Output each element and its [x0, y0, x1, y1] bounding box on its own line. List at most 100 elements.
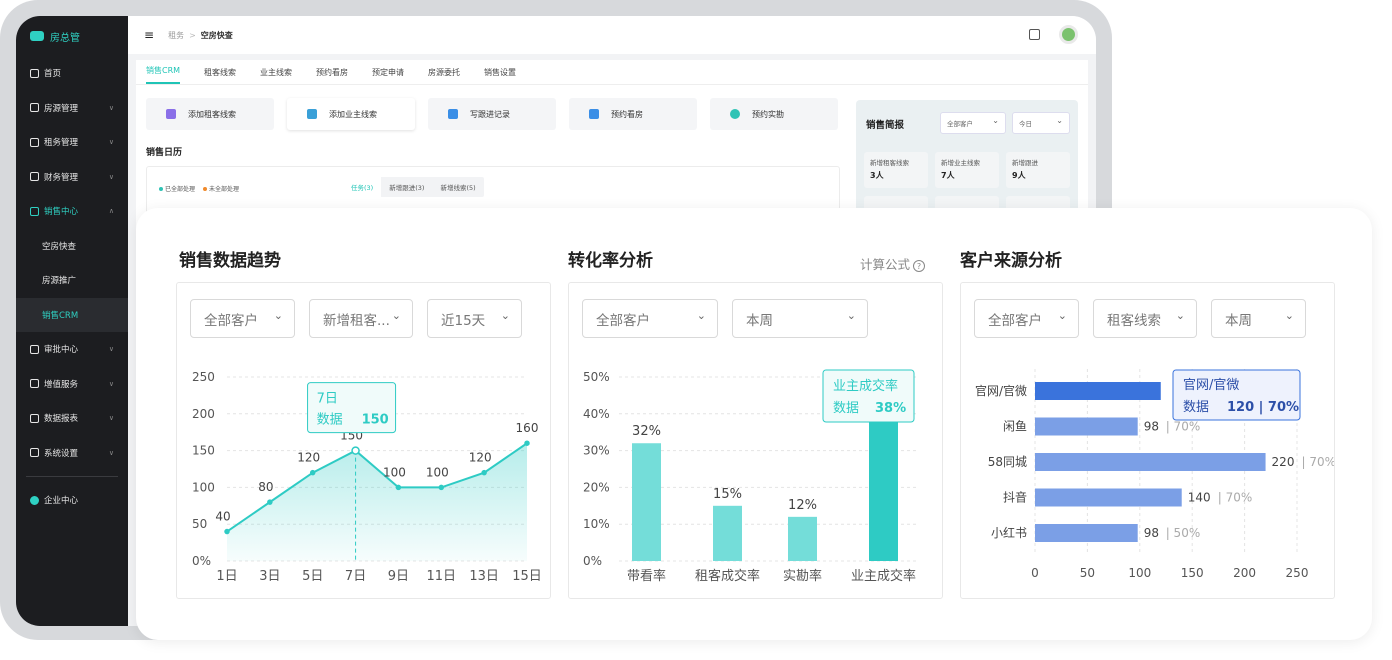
formula-link[interactable]: 计算公式?: [860, 254, 926, 273]
tab-viewing[interactable]: 预约看房: [316, 67, 348, 84]
x-tick-label: 200: [1233, 566, 1256, 580]
sidebar-item-services[interactable]: 增值服务 ∨: [16, 367, 128, 402]
select-value: 新增租客...: [323, 312, 390, 329]
data-label: 40: [215, 510, 230, 524]
apps-grid-icon[interactable]: [1029, 29, 1040, 40]
stat-label: 新增租客线索: [870, 159, 909, 167]
book-inspection-button[interactable]: 预约实勘: [710, 98, 838, 130]
chevron-down-icon: ∨: [108, 172, 114, 181]
sidebar-item-property[interactable]: 房源管理 ∨: [16, 91, 128, 126]
sales-brief-title: 销售简报: [866, 120, 905, 131]
data-label: 98: [1144, 526, 1159, 540]
tooltip-value: 150: [362, 413, 389, 428]
chevron-down-icon: ⌄: [391, 309, 401, 322]
tab-new-followups[interactable]: 新增跟进(3): [381, 177, 432, 197]
sidebar-item-label: 财务管理: [44, 172, 79, 183]
x-tick-label: 实勘率: [783, 568, 822, 584]
trend-customer-select[interactable]: 全部客户 ⌄: [190, 299, 295, 338]
sidebar-item-reports[interactable]: 数据报表 ∨: [16, 401, 128, 436]
sidebar-item-enterprise[interactable]: 企业中心: [16, 483, 128, 518]
trend-range-select[interactable]: 近15天 ⌄: [427, 299, 522, 338]
sidebar-item-finance[interactable]: 财务管理 ∨: [16, 160, 128, 195]
tab-entrust[interactable]: 房源委托: [428, 67, 460, 84]
y-tick-label: 闲鱼: [1003, 420, 1027, 434]
percent-label: | 70%: [1166, 420, 1201, 434]
brief-date-select[interactable]: 今日: [1012, 112, 1070, 134]
data-label: 12%: [788, 498, 817, 513]
x-tick-label: 5日: [302, 569, 323, 584]
x-tick-label: 带看率: [627, 568, 666, 584]
action-label: 添加业主线索: [329, 109, 377, 119]
sidebar-item-lease[interactable]: 租务管理 ∨: [16, 125, 128, 160]
sidebar-item-approval[interactable]: 审批中心 ∨: [16, 332, 128, 367]
add-owner-lead-button[interactable]: 添加业主线索: [287, 98, 415, 130]
y-tick-label: 250: [192, 370, 215, 384]
y-tick-label: 58同城: [988, 455, 1027, 469]
brand[interactable]: 房总管: [16, 16, 128, 56]
data-point: [309, 469, 316, 476]
sidebar-item-settings[interactable]: 系统设置 ∨: [16, 436, 128, 471]
tab-sales-settings[interactable]: 销售设置: [484, 67, 516, 84]
brief-customer-select[interactable]: 全部客户: [940, 112, 1006, 134]
stat-value: 3人: [870, 171, 884, 180]
stat-label: 新增业主线索: [941, 159, 980, 167]
breadcrumb-parent[interactable]: 租务: [168, 30, 184, 41]
data-label: 100: [426, 465, 449, 479]
tab-tasks[interactable]: 任务(3): [343, 177, 382, 197]
tab-new-leads[interactable]: 新增线索(5): [432, 177, 483, 197]
tab-owner-leads[interactable]: 业主线索: [260, 67, 292, 84]
data-point: [524, 440, 530, 446]
y-tick-label: 20%: [583, 480, 610, 494]
data-point: [267, 499, 273, 505]
data-label: 120: [469, 451, 492, 465]
chevron-down-icon: ∨: [108, 448, 114, 457]
sidebar-sub-vacancy[interactable]: 空房快查: [16, 229, 128, 264]
avatar[interactable]: [1059, 25, 1078, 44]
data-label: 98: [1144, 420, 1159, 434]
legend-pending: 未全部处理: [203, 184, 239, 193]
conversion-period-select[interactable]: 本周 ⌄: [732, 299, 868, 338]
trend-panel: 全部客户 ⌄ 新增租客... ⌄ 近15天 ⌄ 0% 50 100 150 200 250 40 1…: [176, 282, 551, 599]
tooltip-label: 数据: [833, 401, 859, 416]
write-followup-button[interactable]: 写跟进记录: [428, 98, 556, 130]
y-tick-label: 40%: [583, 407, 610, 421]
book-viewing-button[interactable]: 预约看房: [569, 98, 697, 130]
stat-new-followups: 新增跟进 9人: [1006, 152, 1070, 188]
add-tenant-lead-button[interactable]: 添加租客线索: [146, 98, 274, 130]
y-tick-label: 50: [192, 517, 207, 531]
trend-chart: 0% 50 100 150 200 250 40 1日 80 3日 120 5日 150 7日 100 9日 1…: [192, 370, 542, 584]
menu-icon[interactable]: ≡: [144, 28, 154, 42]
sidebar-item-label: 房源管理: [44, 103, 79, 114]
x-tick-label: 0: [1031, 566, 1039, 580]
chevron-down-icon: ⌄: [846, 309, 856, 322]
trend-metric-select[interactable]: 新增租客... ⌄: [309, 299, 413, 338]
tooltip-label: 数据: [317, 413, 343, 428]
source-lead-type-select[interactable]: 租客线索 ⌄: [1093, 299, 1197, 338]
conversion-customer-select[interactable]: 全部客户 ⌄: [582, 299, 718, 338]
y-tick-label: 小红书: [991, 525, 1027, 540]
x-tick-label: 1日: [216, 569, 237, 584]
bar: [1035, 417, 1138, 436]
sidebar-item-sales[interactable]: 销售中心 ∧: [16, 194, 128, 229]
chevron-down-icon: ⌄: [1284, 309, 1294, 322]
data-label: 220: [1272, 455, 1295, 469]
source-period-select[interactable]: 本周 ⌄: [1211, 299, 1306, 338]
tab-tenant-leads[interactable]: 租客线索: [204, 67, 236, 84]
sidebar-sub-promotion[interactable]: 房源推广: [16, 263, 128, 298]
building-icon: [30, 103, 39, 113]
source-customer-select[interactable]: 全部客户 ⌄: [974, 299, 1079, 338]
tooltip-label: 数据: [1183, 400, 1209, 415]
trend-title: 销售数据趋势: [179, 251, 281, 271]
tab-sales-crm[interactable]: 销售CRM: [146, 65, 181, 84]
y-tick-label: 0%: [583, 554, 602, 568]
sidebar-sub-crm[interactable]: 销售CRM: [16, 297, 128, 332]
analytics-card: 销售数据趋势 全部客户 ⌄ 新增租客... ⌄ 近15天 ⌄ 0% 50 100 150 20…: [136, 208, 1372, 640]
tab-booking[interactable]: 预定申请: [372, 67, 404, 84]
chevron-down-icon: ⌄: [500, 309, 510, 322]
data-label: 120: [297, 451, 320, 465]
sidebar-item-home[interactable]: 首页: [16, 56, 128, 91]
action-label: 预约看房: [611, 109, 643, 119]
tooltip-title: 官网/官微: [1183, 377, 1239, 393]
tooltip-value: 120 | 70%: [1227, 400, 1299, 415]
sidebar-item-label: 系统设置: [44, 448, 79, 459]
